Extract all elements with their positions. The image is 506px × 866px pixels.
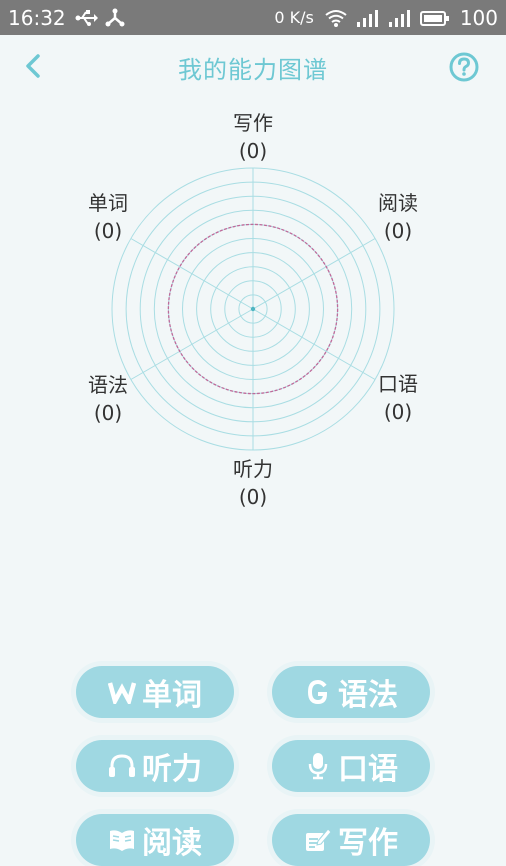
skill-score: (0) (93, 401, 123, 425)
skill-name: 阅读 (378, 191, 418, 215)
skill-label-reading: 阅读 (0) (358, 189, 438, 245)
grammar-button[interactable]: 语法 (272, 666, 430, 718)
skill-label-vocabulary: 单词 (0) (68, 189, 148, 245)
signal-icon (356, 8, 378, 28)
ability-radar-chart: 写作 (0) 阅读 (0) 口语 (0) 听力 (0) 语法 (0) 单词 (0… (0, 100, 506, 520)
status-time: 16:32 (8, 5, 66, 30)
button-label: 阅读 (142, 826, 202, 861)
pencil-note-icon (304, 825, 332, 855)
skill-name: 写作 (233, 111, 273, 135)
skill-score: (0) (383, 400, 413, 424)
help-icon (449, 52, 479, 82)
battery-icon (419, 8, 450, 28)
button-label: 语法 (338, 678, 398, 713)
share-icon (104, 8, 126, 28)
usb-icon (74, 8, 98, 28)
skill-name: 单词 (88, 191, 128, 215)
wifi-icon (324, 8, 347, 28)
radar-axis (130, 238, 254, 310)
status-bar: 16:32 0 K/s 100 (0, 0, 506, 35)
microphone-icon (304, 751, 332, 781)
back-button[interactable] (18, 51, 48, 81)
skill-button-grid: 单词 语法 听力 口语 阅读 写作 (0, 660, 506, 866)
vocabulary-button[interactable]: 单词 (76, 666, 234, 718)
writing-button[interactable]: 写作 (272, 814, 430, 866)
button-label: 单词 (142, 678, 202, 713)
back-chevron-icon (26, 54, 40, 78)
app-bar: 我的能力图谱 (0, 35, 506, 99)
skill-name: 听力 (233, 457, 273, 481)
book-icon (108, 825, 136, 855)
speaking-button[interactable]: 口语 (272, 740, 430, 792)
skill-score: (0) (238, 485, 268, 509)
skill-label-writing: 写作 (0) (213, 109, 293, 165)
skill-label-listening: 听力 (0) (213, 455, 293, 511)
skill-name: 语法 (88, 373, 128, 397)
help-button[interactable] (448, 51, 480, 83)
button-label: 听力 (142, 752, 202, 787)
button-label: 写作 (338, 826, 398, 861)
skill-label-grammar: 语法 (0) (68, 371, 148, 427)
skill-score: (0) (238, 139, 268, 163)
g-icon (304, 677, 332, 707)
radar-axis (130, 308, 254, 380)
3g-signal-icon (388, 8, 410, 28)
page-title: 我的能力图谱 (178, 55, 328, 84)
radar-axis (252, 238, 376, 310)
listening-button[interactable]: 听力 (76, 740, 234, 792)
radar-axis (252, 308, 376, 380)
w-icon (108, 677, 136, 707)
radar-center-dot (250, 306, 256, 312)
skill-score: (0) (383, 219, 413, 243)
battery-level: 100 (459, 5, 498, 30)
reading-button[interactable]: 阅读 (76, 814, 234, 866)
skill-label-speaking: 口语 (0) (358, 370, 438, 426)
button-label: 口语 (338, 752, 398, 787)
net-speed: 0 K/s (274, 8, 314, 27)
status-left: 16:32 (8, 6, 126, 30)
skill-name: 口语 (378, 372, 418, 396)
skill-score: (0) (93, 219, 123, 243)
headphones-icon (108, 751, 136, 781)
status-right: 0 K/s 100 (274, 6, 498, 30)
